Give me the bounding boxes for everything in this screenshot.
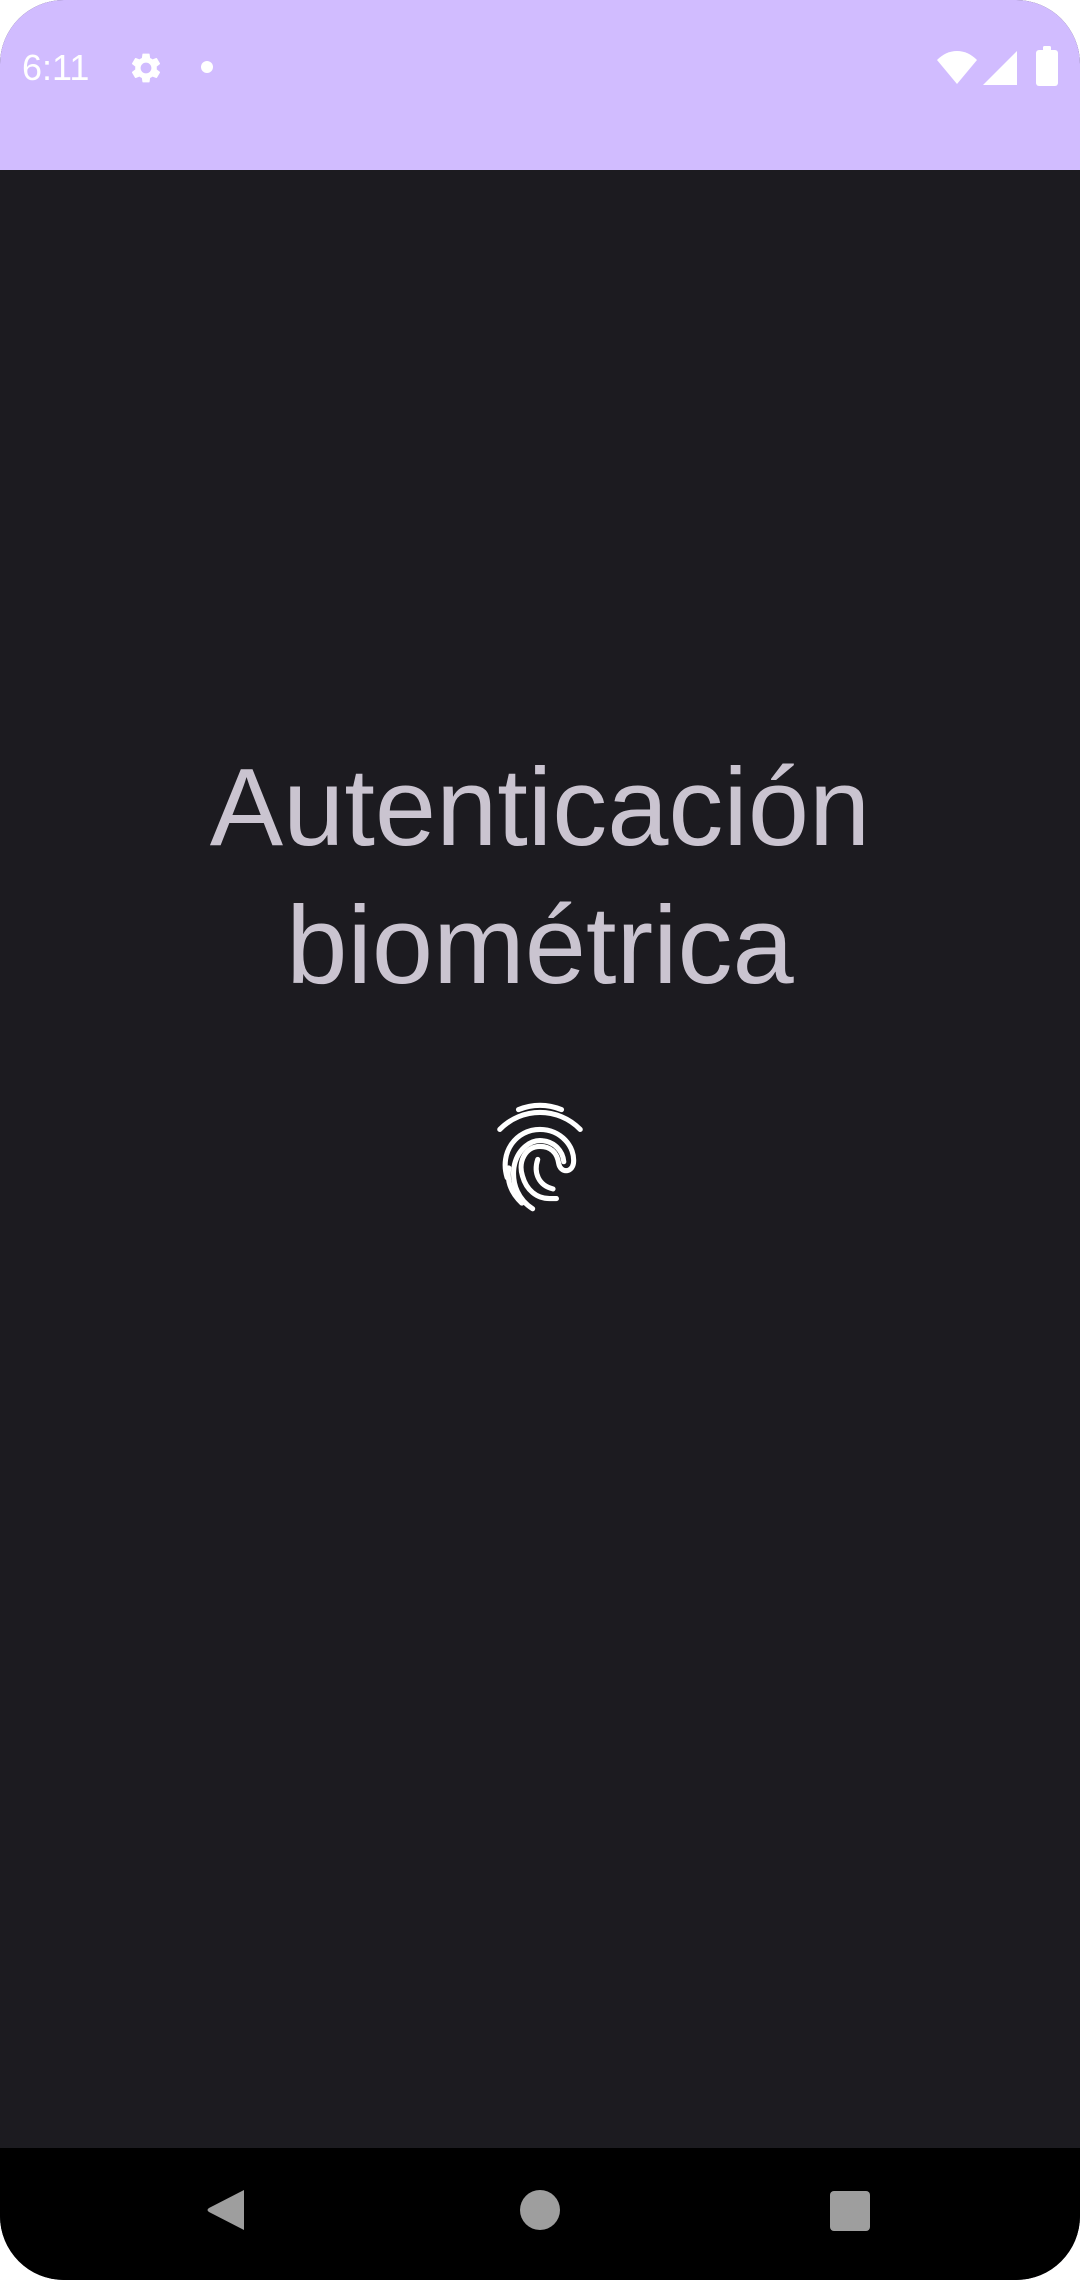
recents-button[interactable]: [830, 2191, 870, 2231]
phone-screen: 6:11 Autenticación biométrica: [0, 0, 1080, 2280]
home-button[interactable]: [519, 2189, 561, 2231]
status-bar: 6:11: [0, 0, 1080, 170]
fingerprint-icon[interactable]: [472, 1096, 608, 1232]
status-time: 6:11: [22, 47, 90, 88]
wifi-icon: [937, 51, 977, 84]
battery-icon: [1036, 46, 1058, 86]
navigation-bar: [0, 2148, 1080, 2280]
page-title: Autenticación biométrica: [209, 746, 871, 1007]
back-button[interactable]: [206, 2188, 246, 2232]
notification-dot-icon: [201, 61, 213, 73]
settings-icon: [131, 53, 161, 83]
cellular-signal-icon: [983, 51, 1017, 85]
